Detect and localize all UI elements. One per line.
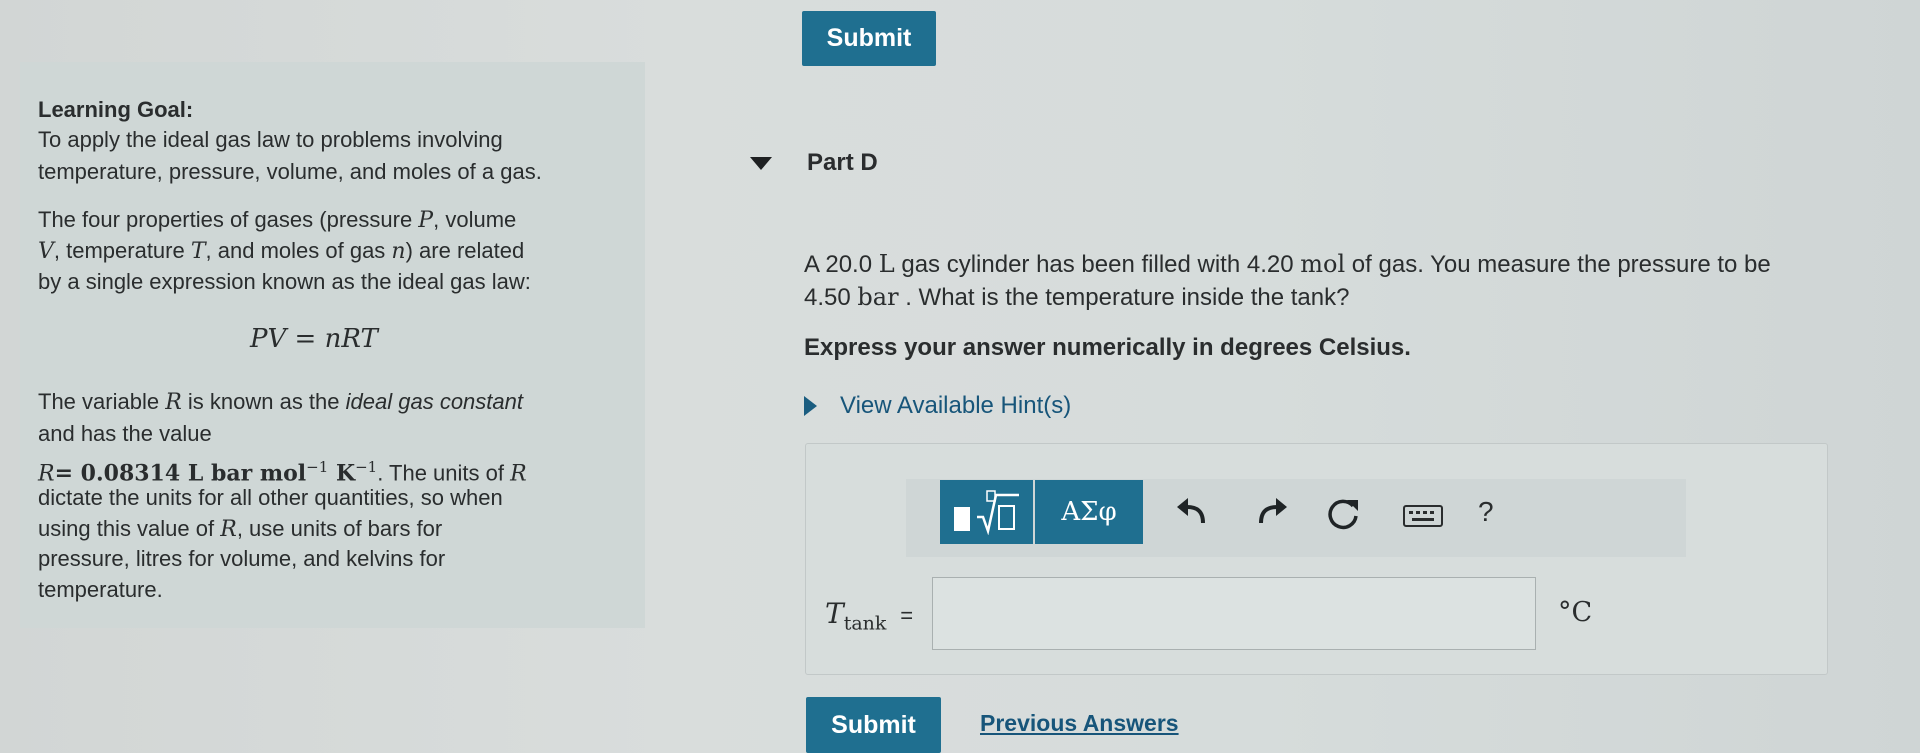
question-line2: 4.50 bar . What is the temperature insid… <box>804 283 1350 311</box>
para2-line1: The variable R is known as the ideal gas… <box>38 389 523 415</box>
para1-line2: V, temperature T, and moles of gas n) ar… <box>38 238 525 264</box>
templates-icon <box>953 490 1019 535</box>
view-hints-toggle[interactable]: View Available Hint(s) <box>800 390 1071 422</box>
para2-line5: using this value of R, use units of bars… <box>38 516 443 542</box>
keyboard-icon[interactable] <box>1403 505 1443 529</box>
submit-button[interactable]: Submit <box>806 697 941 753</box>
redo-icon[interactable] <box>1255 497 1289 527</box>
submit-button-top[interactable]: Submit <box>802 11 936 66</box>
learning-goal-heading: Learning Goal: <box>38 97 194 122</box>
question-line1: A 20.0 L gas cylinder has been filled wi… <box>804 250 1771 278</box>
answer-input[interactable] <box>932 577 1536 650</box>
ideal-gas-equation: PV = nRT <box>250 324 378 354</box>
para2-line4: dictate the units for all other quantiti… <box>38 485 503 510</box>
reset-icon[interactable] <box>1325 496 1361 532</box>
answer-variable: Ttank = <box>825 597 914 635</box>
para2-line6: pressure, litres for volume, and kelvins… <box>38 546 446 571</box>
templates-button[interactable] <box>940 480 1033 544</box>
answer-unit: °C <box>1558 597 1593 628</box>
symbols-label: ΑΣφ <box>1061 497 1117 527</box>
para1-line1: The four properties of gases (pressure P… <box>38 207 517 233</box>
symbols-button[interactable]: ΑΣφ <box>1035 480 1143 544</box>
part-label: Part D <box>807 149 878 176</box>
goal-text-line1: To apply the ideal gas law to problems i… <box>38 127 503 152</box>
undo-icon[interactable] <box>1175 497 1209 527</box>
learning-goal-panel: Learning Goal: To apply the ideal gas la… <box>20 62 645 628</box>
para2-line2: and has the value <box>38 421 212 446</box>
previous-answers-link[interactable]: Previous Answers <box>980 710 1179 737</box>
collapse-triangle-icon[interactable] <box>750 157 772 171</box>
goal-text-line2: temperature, pressure, volume, and moles… <box>38 159 542 184</box>
help-button[interactable]: ? <box>1478 496 1494 528</box>
answer-instruction: Express your answer numerically in degre… <box>804 334 1411 361</box>
expand-triangle-icon <box>804 396 817 416</box>
question-text: A 20.0 L gas cylinder has been filled wi… <box>804 248 1771 314</box>
part-header[interactable]: Part D <box>740 145 1920 185</box>
para2-line7: temperature. <box>38 577 163 602</box>
view-hints-label[interactable]: View Available Hint(s) <box>840 392 1071 420</box>
para1-line3: by a single expression known as the idea… <box>38 269 531 294</box>
